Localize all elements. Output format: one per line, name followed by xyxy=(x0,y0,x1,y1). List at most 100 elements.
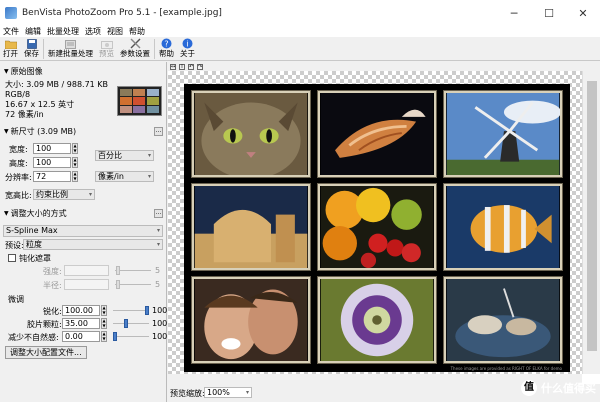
collapse-triangle-icon: ▼ xyxy=(4,209,9,217)
title-bar: BenVista PhotoZoom Pro 5.1 - [example.jp… xyxy=(0,0,600,26)
floppy-icon xyxy=(26,38,38,49)
undo-icon[interactable]: ↶ xyxy=(188,63,194,70)
photo-seashell xyxy=(317,90,437,178)
film-grain-slider[interactable] xyxy=(113,318,149,329)
radius-slider[interactable] xyxy=(115,279,151,290)
new-batch-button[interactable]: 新建批量处理 xyxy=(45,37,96,60)
resize-method-select[interactable]: S-Spline Max ▾ xyxy=(3,225,163,237)
svg-text:?: ? xyxy=(164,40,168,49)
folder-icon xyxy=(4,38,17,49)
minimize-button[interactable]: ─ xyxy=(497,0,531,26)
save-button[interactable]: 保存 xyxy=(21,37,42,60)
app-icon xyxy=(5,7,17,19)
resolution-spinner[interactable]: ▲ ▼ xyxy=(72,171,78,182)
film-grain-label: 胶片颗粒: xyxy=(27,320,62,329)
new-size-more-button[interactable]: … xyxy=(154,127,163,136)
watermark-text: 什么值得买 xyxy=(541,382,596,395)
strength-label: 强度: xyxy=(43,267,62,276)
batch-icon xyxy=(65,38,77,49)
resize-method-title: 调整大小的方式 xyxy=(10,208,67,218)
aspect-ratio-label: 宽高比: xyxy=(5,191,32,200)
unsharp-mask-checkbox[interactable] xyxy=(8,254,16,262)
preview-icon xyxy=(100,38,113,49)
strength-max: 5 xyxy=(155,266,161,275)
fit-icon[interactable]: ↔ xyxy=(170,63,176,70)
toolbar-separator xyxy=(43,39,44,59)
split-icon[interactable]: I xyxy=(179,63,185,70)
horizontal-scrollbar[interactable] xyxy=(168,374,582,384)
sharpen-spinner[interactable]: ▲ ▼ xyxy=(101,305,107,316)
maximize-button[interactable]: ☐ xyxy=(532,0,566,26)
help-button[interactable]: ? 帮助 xyxy=(156,37,177,60)
about-button[interactable]: i 关于 xyxy=(177,37,198,60)
width-spinner[interactable]: ▲ ▼ xyxy=(72,143,78,154)
vertical-scrollbar-thumb[interactable] xyxy=(587,81,597,351)
film-grain-spinner[interactable]: ▲ ▼ xyxy=(101,318,107,329)
sharpen-max: 100 xyxy=(152,306,168,315)
menu-batch[interactable]: 批量处理 xyxy=(44,26,82,37)
resolution-unit-select[interactable]: 像素/in ▾ xyxy=(95,171,154,182)
sharpen-slider-knob[interactable] xyxy=(145,306,149,315)
param-settings-button[interactable]: 参数设置 xyxy=(117,37,153,60)
vertical-scrollbar[interactable] xyxy=(582,71,600,374)
size-unit-select[interactable]: 百分比 ▾ xyxy=(95,150,154,161)
redo-icon[interactable]: ↷ xyxy=(197,63,203,70)
size-unit-value: 百分比 xyxy=(98,151,122,160)
original-size: 大小: 3.09 MB / 988.71 KB xyxy=(5,80,109,89)
artifact-reduction-input[interactable]: 0.00 xyxy=(62,331,100,342)
resize-method-header[interactable]: ▼ 调整大小的方式 xyxy=(0,207,167,219)
chevron-down-icon: ▾ xyxy=(88,191,92,198)
artifact-reduction-slider-knob[interactable] xyxy=(113,332,117,341)
toolbar: 打开 保存 新建批量处理 预览 参数设置 ? 帮助 i 关于 xyxy=(0,37,600,61)
menu-view[interactable]: 视图 xyxy=(104,26,126,37)
height-input[interactable]: 100 xyxy=(33,157,71,168)
radius-input[interactable] xyxy=(64,279,109,290)
radius-label: 半径: xyxy=(43,281,62,290)
width-label: 宽度: xyxy=(9,145,28,154)
resize-method-more-button[interactable]: … xyxy=(154,209,163,218)
open-label: 打开 xyxy=(3,49,18,58)
preview-zoom-label: 预览缩放: xyxy=(170,389,205,398)
menu-help[interactable]: 帮助 xyxy=(126,26,148,37)
width-input[interactable]: 100 xyxy=(33,143,71,154)
new-size-title: 新尺寸 (3.09 MB) xyxy=(10,126,77,136)
strength-slider[interactable] xyxy=(115,265,151,276)
radius-slider-knob[interactable] xyxy=(116,280,120,289)
sharpen-slider[interactable] xyxy=(113,305,149,316)
menu-options[interactable]: 选项 xyxy=(82,26,104,37)
resolution-input[interactable]: 72 xyxy=(33,171,71,182)
info-icon: i xyxy=(182,38,194,49)
resize-profile-button[interactable]: 调整大小配置文件... xyxy=(5,346,87,359)
artifact-reduction-spinner[interactable]: ▲ ▼ xyxy=(101,331,107,342)
original-mode: RGB/8 xyxy=(5,90,31,99)
height-spinner[interactable]: ▲ ▼ xyxy=(72,157,78,168)
original-image-header[interactable]: ▼ 原始图像 xyxy=(0,65,167,77)
preview-button[interactable]: 预览 xyxy=(96,37,117,60)
about-label: 关于 xyxy=(180,49,195,58)
aspect-ratio-value: 约束比例 xyxy=(36,190,68,199)
film-grain-input[interactable]: 35.00 xyxy=(62,318,100,329)
open-button[interactable]: 打开 xyxy=(0,37,21,60)
preview-canvas[interactable]: These images are provided as RIGHT OF EL… xyxy=(168,71,582,374)
strength-slider-knob[interactable] xyxy=(116,266,120,275)
film-grain-slider-knob[interactable] xyxy=(124,319,129,328)
height-label: 高度: xyxy=(9,159,28,168)
aspect-ratio-select[interactable]: 约束比例 ▾ xyxy=(33,189,95,200)
preset-value: 粒度 xyxy=(26,240,42,249)
film-grain-max: 100 xyxy=(152,319,168,328)
artifact-reduction-slider[interactable] xyxy=(113,331,149,342)
sharpen-input[interactable]: 100.00 xyxy=(62,305,100,316)
close-button[interactable]: ✕ xyxy=(566,0,600,26)
sharpen-label: 锐化: xyxy=(43,307,62,316)
strength-input[interactable] xyxy=(64,265,109,276)
preset-label: 预设: xyxy=(5,241,24,250)
menu-edit[interactable]: 编辑 xyxy=(22,26,44,37)
menu-file[interactable]: 文件 xyxy=(0,26,22,37)
new-size-header[interactable]: ▼ 新尺寸 (3.09 MB) xyxy=(0,125,167,137)
app-window: BenVista PhotoZoom Pro 5.1 - [example.jp… xyxy=(0,0,600,402)
fine-tune-label: 微调 xyxy=(8,295,24,304)
window-title: BenVista PhotoZoom Pro 5.1 - [example.jp… xyxy=(22,8,222,18)
preset-select[interactable]: 粒度 ▾ xyxy=(23,239,163,250)
param-settings-label: 参数设置 xyxy=(120,49,150,58)
preview-zoom-select[interactable]: 100% ▾ xyxy=(204,387,252,398)
